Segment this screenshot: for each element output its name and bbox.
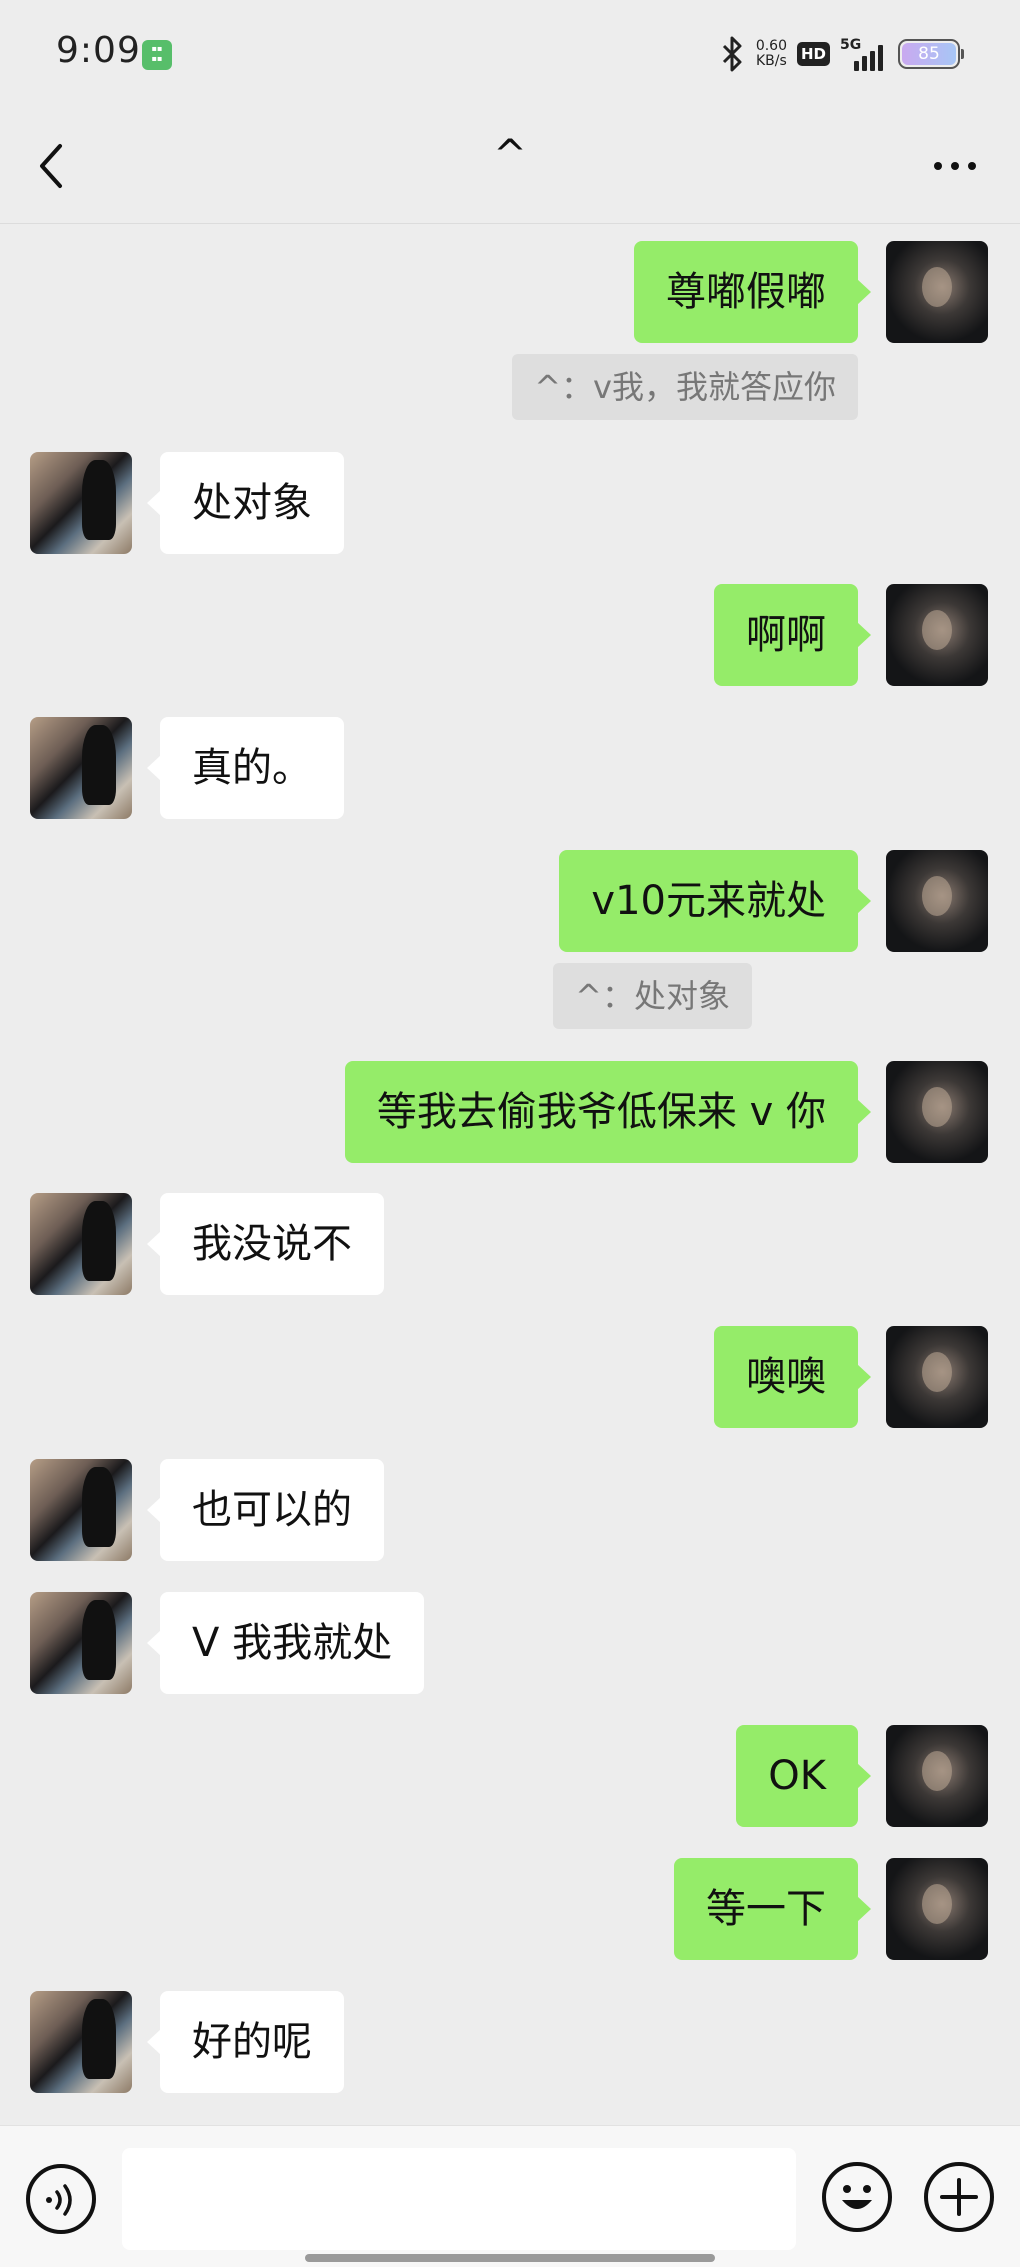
my-avatar[interactable] (886, 584, 988, 686)
battery-level: 85 (902, 43, 956, 65)
voice-icon (46, 2184, 72, 2216)
quoted-message[interactable]: ^：处对象 (553, 963, 752, 1029)
my-avatar[interactable] (886, 1725, 988, 1827)
chat-header: ^ (0, 110, 1020, 224)
message-incoming: 好的呢 (0, 1991, 1020, 2095)
more-dot-icon (951, 162, 959, 170)
chat-input-bar (0, 2125, 1020, 2267)
message-bubble[interactable]: 等我去偷我爷低保来 v 你 (344, 1061, 872, 1163)
message-bubble[interactable]: 处对象 (147, 452, 344, 554)
my-avatar[interactable] (886, 1061, 988, 1163)
message-incoming: V 我我就处 (0, 1592, 1020, 1696)
message-bubble[interactable]: v10元来就处 (559, 850, 871, 952)
signal-icon: 5G (840, 37, 888, 71)
network-speed-value: 0.60 (755, 38, 787, 54)
contact-avatar[interactable] (30, 1592, 132, 1694)
message-bubble[interactable]: OK (736, 1725, 871, 1827)
contact-avatar[interactable] (30, 1991, 132, 2093)
message-incoming: 我没说不 (0, 1193, 1020, 1297)
message-outgoing: 等我去偷我爷低保来 v 你 (0, 1061, 1020, 1165)
more-functions-button[interactable] (924, 2162, 994, 2232)
contact-avatar[interactable] (30, 1459, 132, 1561)
plus-icon (940, 2178, 978, 2216)
emoji-icon (842, 2185, 872, 2209)
network-speed-unit: KB/s (756, 53, 787, 69)
contact-avatar[interactable] (30, 452, 132, 554)
contact-avatar[interactable] (30, 717, 132, 819)
message-bubble[interactable]: 噢噢 (714, 1326, 871, 1428)
hd-badge: HD (796, 42, 830, 66)
message-incoming: 真的。 (0, 717, 1020, 821)
more-options-button[interactable] (920, 136, 990, 196)
my-avatar[interactable] (886, 850, 988, 952)
message-incoming: 处对象 (0, 452, 1020, 556)
voice-input-button[interactable] (26, 2164, 96, 2234)
message-outgoing: v10元来就处 (0, 850, 1020, 954)
emoji-button[interactable] (822, 2162, 892, 2232)
message-outgoing: 啊啊 (0, 584, 1020, 688)
message-input[interactable] (122, 2148, 796, 2250)
message-outgoing: 尊嘟假嘟 (0, 241, 1020, 345)
quoted-message[interactable]: ^：v我，我就答应你 (512, 354, 858, 420)
battery-icon: 85 (898, 39, 964, 69)
more-dot-icon (968, 162, 976, 170)
home-indicator[interactable] (305, 2254, 715, 2262)
message-bubble[interactable]: 好的呢 (147, 1991, 344, 2093)
message-bubble[interactable]: 啊啊 (714, 584, 871, 686)
message-outgoing: OK (0, 1725, 1020, 1829)
my-avatar[interactable] (886, 241, 988, 343)
contact-avatar[interactable] (30, 1193, 132, 1295)
message-bubble[interactable]: 尊嘟假嘟 (634, 241, 871, 343)
status-time: 9:09 (56, 30, 141, 71)
chat-title: ^ (493, 132, 527, 178)
network-speed: 0.60 KB/s (756, 39, 787, 69)
status-bar: 9:09 ▪▪ ▪▪ 0.60 KB/s HD 5G 85 (0, 0, 1020, 110)
message-incoming: 也可以的 (0, 1459, 1020, 1563)
message-bubble[interactable]: 真的。 (147, 717, 344, 819)
more-dot-icon (934, 162, 942, 170)
message-bubble[interactable]: 等一下 (674, 1858, 871, 1960)
message-outgoing: 等一下 (0, 1858, 1020, 1962)
my-avatar[interactable] (886, 1858, 988, 1960)
message-outgoing: 噢噢 (0, 1326, 1020, 1430)
my-avatar[interactable] (886, 1326, 988, 1428)
message-bubble[interactable]: 也可以的 (147, 1459, 384, 1561)
message-list[interactable]: 尊嘟假嘟 ^：v我，我就答应你 处对象 啊啊 真的。 v10元来就处 ^：处对象… (0, 225, 1020, 2123)
app-notification-icon: ▪▪ ▪▪ (142, 40, 172, 70)
message-bubble[interactable]: V 我我就处 (146, 1592, 425, 1694)
status-indicators: 0.60 KB/s HD 5G 85 (718, 32, 964, 76)
message-bubble[interactable]: 我没说不 (147, 1193, 384, 1295)
bluetooth-icon (722, 36, 742, 72)
